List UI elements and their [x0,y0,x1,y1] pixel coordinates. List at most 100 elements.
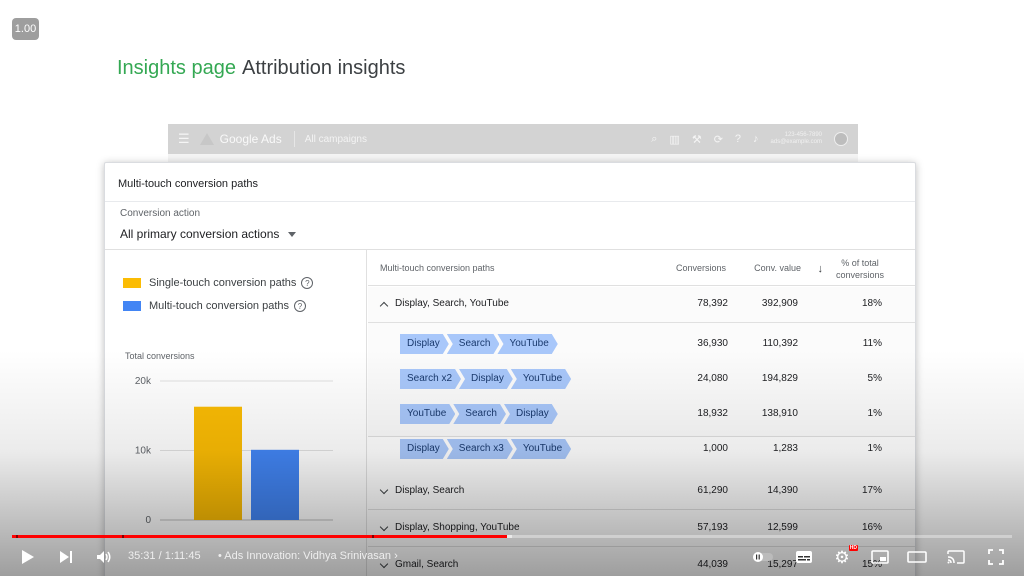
theater-mode-icon[interactable] [906,548,928,566]
bar-multi-touch[interactable] [251,449,299,520]
table-header: Multi-touch conversion paths Conversions… [368,250,915,286]
conversions-cell: 57,193 [697,522,728,533]
y-tick-label: 10k [135,446,152,457]
column-header-pct[interactable]: % of total conversions [836,257,884,281]
chart-panel: Single-touch conversion paths ? Multi-to… [105,250,367,576]
fullscreen-icon[interactable] [986,548,1006,566]
slide-title-rest: Attribution insights [241,57,406,79]
path-step-chip: Search x2 [400,369,461,389]
path-chips: Display Search x3 YouTube [400,439,571,459]
pct-cell: 1% [867,408,882,419]
path-step-chip: YouTube [511,369,571,389]
help-icon[interactable]: ? [301,277,314,289]
dropdown-arrow-icon [288,231,297,237]
conv-value-cell: 392,909 [761,298,798,309]
time-display: 35:31 / 1:11:45 [128,550,201,562]
pct-cell: 17% [861,485,882,496]
chapter-marker [372,535,374,538]
notifications-icon[interactable]: ♪ [753,133,759,145]
volume-icon[interactable] [94,548,114,566]
conv-value-cell: 110,392 [762,338,798,349]
chapter-title[interactable]: • Ads Innovation: Vidhya Srinivasan › [218,550,398,562]
refresh-icon[interactable]: ⟳ [714,133,723,146]
divider [105,201,915,202]
play-icon[interactable] [18,548,38,566]
path-step-chip: Search x3 [447,439,513,459]
legend-label: Multi-touch conversion paths [149,300,290,312]
avatar[interactable] [834,132,848,146]
hamburger-menu-icon[interactable]: ☰ [178,131,190,147]
pct-cell: 18% [861,298,882,309]
path-step-chip: Display [400,439,449,459]
path-chips: Search x2 Display YouTube [400,369,571,389]
tools-icon[interactable]: ⚒ [692,133,702,146]
table-row[interactable]: Display, Search 61,290 14,390 17% [368,473,915,510]
divider [293,131,295,147]
table-subrow: Search x2 Display YouTube 24,080 194,829 5% [368,361,915,396]
account-email: ads@example.com [770,139,822,145]
pct-cell: 5% [867,373,882,384]
pct-cell: 11% [862,338,882,349]
conversion-action-value: All primary conversion actions [120,227,280,241]
conversion-action-dropdown[interactable]: All primary conversion actions [120,227,297,241]
autoplay-toggle[interactable] [752,548,774,566]
chevron-up-icon[interactable] [380,300,388,308]
account-id: 123-456-7890 [784,132,822,138]
toolbar: ⌕ ▥ ⚒ ⟳ ? ♪ 123-456-7890 ads@example.com [651,132,848,146]
path-label: Display, Search [395,485,465,496]
conversion-action-label: Conversion action [120,208,201,219]
column-header-conv-value[interactable]: Conv. value [754,263,801,273]
conversions-cell: 36,930 [697,338,728,349]
conversions-cell: 24,080 [697,373,728,384]
player-controls: 35:31 / 1:11:45 • Ads Innovation: Vidhya… [0,540,1024,574]
conversions-cell: 78,392 [697,298,728,309]
path-label: Display, Shopping, YouTube [395,522,520,533]
playback-speed-badge: 1.00 [12,18,39,40]
help-icon[interactable]: ? [294,300,307,312]
search-icon[interactable]: ⌕ [651,133,657,146]
path-chips: Display Search YouTube [400,334,558,354]
column-header-conversions[interactable]: Conversions [676,263,726,273]
next-video-icon[interactable] [56,548,76,566]
chevron-right-icon: › [394,550,398,562]
pct-header-line1: % of total [841,258,879,268]
google-ads-top-bar: ☰ Google Ads All campaigns ⌕ ▥ ⚒ ⟳ ? ♪ 1… [168,124,858,154]
legend-swatch [123,278,141,288]
breadcrumb[interactable]: All campaigns [305,134,367,145]
bar-single-touch[interactable] [194,406,242,520]
table-subrow: YouTube Search Display 18,932 138,910 1% [368,396,915,431]
pct-cell: 1% [867,443,882,454]
path-step-chip: Display [400,334,449,354]
help-icon[interactable]: ? [735,133,741,145]
table-row[interactable]: Display, Search, YouTube 78,392 392,909 18% [368,286,915,323]
chapter-marker [16,535,18,538]
conversions-cell: 61,290 [697,485,728,496]
card-title: Multi-touch conversion paths [118,178,259,190]
chevron-down-icon[interactable] [380,524,388,532]
miniplayer-icon[interactable] [870,548,890,566]
legend-multi-touch: Multi-touch conversion paths ? [123,300,307,312]
path-cell: Display, Search [380,485,464,496]
conv-value-cell: 12,599 [767,522,798,533]
column-header-path[interactable]: Multi-touch conversion paths [380,263,495,273]
table-subrow: Display Search YouTube 36,930 110,392 11% [368,326,915,361]
subtitles-icon[interactable] [794,548,814,566]
cast-icon[interactable] [946,548,966,566]
legend-label: Single-touch conversion paths [149,277,297,289]
legend-swatch [123,301,141,311]
slide-title-accent: Insights page [117,57,236,79]
path-chips: YouTube Search Display [400,404,558,424]
reports-icon[interactable]: ▥ [669,133,679,146]
conv-value-cell: 138,910 [761,408,798,419]
multi-touch-card: Multi-touch conversion paths Conversion … [104,162,916,576]
conv-value-cell: 1,283 [772,443,798,454]
chevron-down-icon[interactable] [380,487,388,495]
conv-value-cell: 14,390 [767,485,798,496]
progress-bar[interactable] [12,535,1012,538]
y-tick-label: 0 [145,515,151,526]
settings-gear-icon[interactable]: ⚙ HD [832,545,858,566]
sort-arrow-down-icon[interactable]: ↓ [818,263,824,275]
conversion-paths-table: Multi-touch conversion paths Conversions… [368,250,915,576]
conversions-cell: 18,932 [697,408,728,419]
chapter-marker [122,535,124,538]
